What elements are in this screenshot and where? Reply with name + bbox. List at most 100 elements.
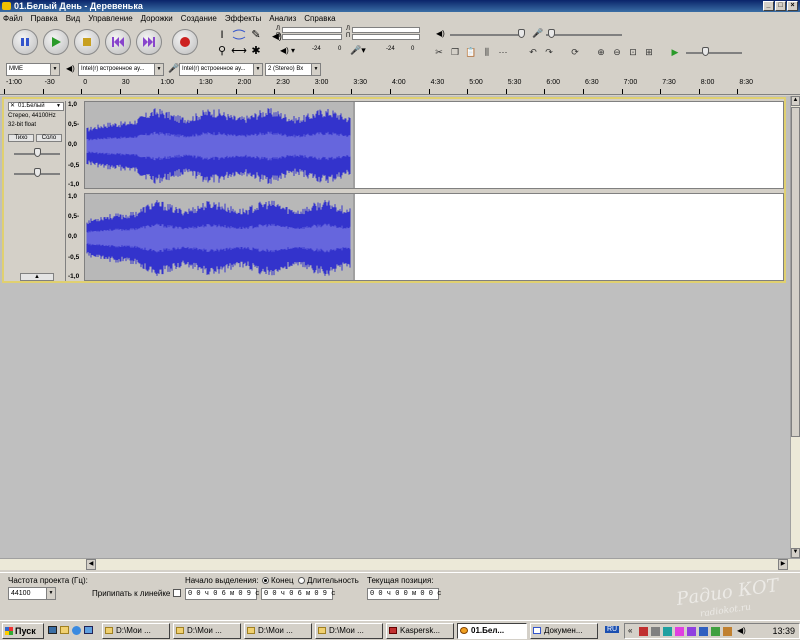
pause-button[interactable] bbox=[12, 29, 38, 55]
record-meter-left[interactable] bbox=[352, 27, 420, 33]
paste-button[interactable]: 📋 bbox=[464, 45, 478, 59]
output-volume-slider[interactable] bbox=[450, 34, 522, 36]
solo-button[interactable]: Соло bbox=[36, 134, 62, 142]
zoom-in-button[interactable]: ⊕ bbox=[594, 45, 608, 59]
tracks-panel[interactable]: ✕ 01.Белый ▼ Стерео, 44100Hz 32-bit floa… bbox=[0, 96, 790, 558]
timeshift-tool[interactable]: ⟷ bbox=[231, 44, 247, 59]
length-radio[interactable]: Длительность bbox=[298, 576, 359, 585]
selection-tool[interactable]: I bbox=[214, 28, 230, 43]
timeline-ruler[interactable]: -1:00 -30 0 30 1:00 1:30 2:00 2:30 3:00 3:30 4:00 4… bbox=[0, 79, 800, 95]
menu-view[interactable]: Вид bbox=[66, 14, 80, 23]
track-pan-thumb[interactable] bbox=[34, 168, 41, 177]
track-close-icon[interactable]: ✕ bbox=[10, 103, 15, 110]
play-button[interactable] bbox=[43, 29, 69, 55]
track-gain-thumb[interactable] bbox=[34, 148, 41, 157]
project-rate-select[interactable]: 44100 ▼ bbox=[8, 587, 56, 600]
vertical-scrollbar[interactable]: ▲ ▼ bbox=[790, 96, 800, 558]
taskbar-task[interactable]: D:\Мои ... bbox=[173, 623, 241, 639]
tray-icon[interactable] bbox=[687, 627, 696, 636]
taskbar-task[interactable]: Докумен... bbox=[530, 623, 598, 639]
menu-transport[interactable]: Управление bbox=[88, 14, 132, 23]
title-bar[interactable]: 01.Белый День - Деревенька _ □ × bbox=[0, 0, 800, 12]
menu-generate[interactable]: Создание bbox=[181, 14, 217, 23]
zoom-tool[interactable]: ⚲ bbox=[214, 44, 230, 59]
tray-arrow-icon[interactable]: « bbox=[628, 626, 632, 635]
copy-button[interactable]: ❐ bbox=[448, 45, 462, 59]
fit-project-button[interactable]: ⊞ bbox=[642, 45, 656, 59]
tray-icon[interactable] bbox=[723, 627, 732, 636]
skip-start-button[interactable] bbox=[105, 29, 131, 55]
taskbar-task-active[interactable]: 01.Бел... bbox=[457, 623, 527, 639]
zoom-out-button[interactable]: ⊖ bbox=[610, 45, 624, 59]
play-at-speed-button[interactable]: ▶ bbox=[668, 45, 682, 59]
taskbar-task[interactable]: D:\Мои ... bbox=[102, 623, 170, 639]
undo-button[interactable]: ↶ bbox=[526, 45, 540, 59]
output-volume-thumb[interactable] bbox=[518, 29, 525, 38]
audio-track[interactable]: ✕ 01.Белый ▼ Стерео, 44100Hz 32-bit floa… bbox=[2, 97, 786, 283]
menu-effects[interactable]: Эффекты bbox=[225, 14, 261, 23]
tray-icon[interactable] bbox=[675, 627, 684, 636]
scroll-thumb[interactable] bbox=[791, 107, 800, 437]
start-button[interactable]: Пуск bbox=[2, 623, 44, 639]
fit-selection-button[interactable]: ⊡ bbox=[626, 45, 640, 59]
taskbar-task[interactable]: D:\Мои ... bbox=[315, 623, 383, 639]
maximize-button[interactable]: □ bbox=[775, 1, 786, 11]
input-device-select[interactable]: Intel(r) встроенное ау... ▼ bbox=[179, 63, 263, 76]
tray-icon[interactable] bbox=[663, 627, 672, 636]
scroll-left-button[interactable]: ◀ bbox=[86, 559, 96, 570]
sync-lock-button[interactable]: ⟳ bbox=[568, 45, 582, 59]
quicklaunch-desktop-icon[interactable] bbox=[48, 626, 57, 634]
quicklaunch-media-icon[interactable] bbox=[84, 626, 93, 634]
language-indicator[interactable]: RU bbox=[605, 626, 620, 633]
multi-tool[interactable]: ✱ bbox=[248, 44, 264, 59]
record-meter-right[interactable] bbox=[352, 34, 420, 40]
play-speed-slider[interactable] bbox=[686, 52, 742, 54]
selection-start-time[interactable]: 0 0 ч 0 6 м 0 9 с bbox=[185, 588, 259, 600]
input-volume-slider[interactable] bbox=[546, 34, 622, 36]
playback-meter-left[interactable] bbox=[282, 27, 342, 33]
silence-button[interactable]: ⋯ bbox=[496, 45, 510, 59]
output-device-select[interactable]: Intel(r) встроенное ау... ▼ bbox=[78, 63, 164, 76]
menu-file[interactable]: Файл bbox=[3, 14, 23, 23]
playback-meter-right[interactable] bbox=[282, 34, 342, 40]
input-volume-thumb[interactable] bbox=[548, 29, 555, 38]
menu-edit[interactable]: Правка bbox=[31, 14, 58, 23]
draw-tool[interactable]: ✎ bbox=[248, 28, 264, 43]
trim-button[interactable]: ⫼ bbox=[480, 45, 494, 59]
record-button[interactable] bbox=[172, 29, 198, 55]
minimize-button[interactable]: _ bbox=[763, 1, 774, 11]
tray-icon[interactable] bbox=[699, 627, 708, 636]
microphone-icon[interactable]: 🎤▾ bbox=[350, 45, 366, 56]
end-radio[interactable]: Конец bbox=[262, 576, 294, 585]
quicklaunch-ie-icon[interactable] bbox=[72, 626, 81, 635]
quicklaunch-folder-icon[interactable] bbox=[60, 626, 69, 634]
waveform-right-channel[interactable] bbox=[84, 193, 784, 281]
tray-icon[interactable] bbox=[711, 627, 720, 636]
stop-button[interactable] bbox=[74, 29, 100, 55]
selection-end-time[interactable]: 0 0 ч 0 6 м 0 9 с bbox=[261, 588, 335, 600]
scroll-down-button[interactable]: ▼ bbox=[791, 548, 800, 558]
taskbar-task[interactable]: D:\Мои ... bbox=[244, 623, 312, 639]
menu-tracks[interactable]: Дорожки bbox=[141, 14, 173, 23]
waveform-left-channel[interactable] bbox=[84, 101, 784, 189]
collapse-track-button[interactable]: ▲ bbox=[20, 273, 54, 281]
audio-host-select[interactable]: MME ▼ bbox=[6, 63, 60, 76]
skip-end-button[interactable] bbox=[136, 29, 162, 55]
tray-icon[interactable] bbox=[639, 627, 648, 636]
track-name-button[interactable]: ✕ 01.Белый ▼ bbox=[8, 102, 64, 111]
clock[interactable]: 13:39 bbox=[772, 626, 795, 636]
envelope-tool[interactable] bbox=[231, 28, 247, 43]
close-button[interactable]: × bbox=[787, 1, 798, 11]
cut-button[interactable]: ✂ bbox=[432, 45, 446, 59]
horizontal-scrollbar[interactable]: ◀ ▶ bbox=[0, 558, 800, 570]
redo-button[interactable]: ↷ bbox=[542, 45, 556, 59]
volume-tray-icon[interactable]: ◀) bbox=[737, 626, 746, 635]
menu-help[interactable]: Справка bbox=[304, 14, 335, 23]
audio-position-time[interactable]: 0 0 ч 0 0 м 0 0 с bbox=[367, 588, 441, 600]
scroll-right-button[interactable]: ▶ bbox=[778, 559, 788, 570]
mute-button[interactable]: Тихо bbox=[8, 134, 34, 142]
track-menu-chevron-icon[interactable]: ▼ bbox=[56, 103, 61, 110]
menu-analyze[interactable]: Анализ bbox=[269, 14, 296, 23]
snap-to-checkbox[interactable] bbox=[173, 589, 181, 597]
scroll-up-button[interactable]: ▲ bbox=[791, 96, 800, 106]
